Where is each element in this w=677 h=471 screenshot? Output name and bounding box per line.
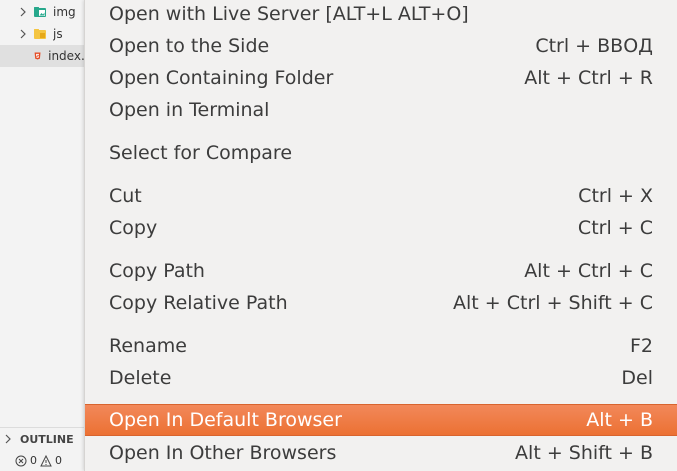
menu-item-label: Select for Compare (109, 142, 293, 164)
tree-item-img-folder[interactable]: img (0, 1, 86, 23)
menu-item-label: Copy (109, 217, 158, 239)
menu-item-open-to-side[interactable]: Open to the Side Ctrl + ВВОД (85, 30, 677, 62)
image-folder-icon (34, 7, 46, 17)
outline-label: OUTLINE (20, 432, 74, 446)
menu-item-label: Open in Terminal (109, 99, 270, 121)
menu-item-shortcut: Del (621, 367, 653, 389)
menu-item-label: Copy Relative Path (109, 292, 288, 314)
chevron-right-icon (5, 434, 11, 444)
menu-item-shortcut: Ctrl + ВВОД (535, 35, 653, 57)
menu-item-open-containing-folder[interactable]: Open Containing Folder Alt + Ctrl + R (85, 62, 677, 94)
menu-item-label: Open to the Side (109, 35, 270, 57)
menu-item-label: Open with Live Server [ALT+L ALT+O] (109, 3, 469, 25)
menu-item-cut[interactable]: Cut Ctrl + X (85, 180, 677, 212)
chevron-right-icon (20, 7, 26, 17)
error-icon (15, 455, 27, 466)
menu-item-shortcut: Alt + Ctrl + R (524, 67, 653, 89)
error-count: 0 (30, 454, 37, 467)
menu-item-label: Cut (109, 185, 142, 207)
menu-item-open-with-live-server[interactable]: Open with Live Server [ALT+L ALT+O] (85, 0, 677, 30)
menu-item-open-in-terminal[interactable]: Open in Terminal (85, 94, 677, 126)
menu-item-label: Open In Other Browsers (109, 442, 337, 464)
menu-item-label: Delete (109, 367, 172, 389)
menu-item-shortcut: Alt + B (586, 409, 653, 431)
menu-item-shortcut: Alt + Ctrl + Shift + C (453, 292, 653, 314)
tree-item-label: img (53, 5, 76, 19)
menu-item-shortcut: Ctrl + C (577, 217, 653, 239)
menu-item-open-in-other-browsers[interactable]: Open In Other Browsers Alt + Shift + B (85, 437, 677, 469)
menu-item-label: Open Containing Folder (109, 67, 334, 89)
context-menu: Open with Live Server [ALT+L ALT+O] Open… (84, 0, 677, 471)
vscode-window: img js index.html OUTLINE (0, 0, 677, 471)
menu-item-copy-path[interactable]: Copy Path Alt + Ctrl + C (85, 255, 677, 287)
menu-item-copy-relative-path[interactable]: Copy Relative Path Alt + Ctrl + Shift + … (85, 287, 677, 319)
menu-item-rename[interactable]: Rename F2 (85, 330, 677, 362)
html5-icon (34, 52, 41, 60)
tree-item-js-folder[interactable]: js (0, 23, 86, 45)
tree-item-label: js (53, 27, 63, 41)
menu-item-label: Rename (109, 335, 187, 357)
js-folder-icon (34, 29, 46, 39)
menu-item-open-in-default-browser[interactable]: Open In Default Browser Alt + B (85, 404, 677, 436)
status-bar-problems[interactable]: 0 0 (0, 450, 86, 471)
chevron-right-icon (20, 29, 26, 39)
menu-item-copy[interactable]: Copy Ctrl + C (85, 212, 677, 244)
menu-item-label: Open In Default Browser (109, 409, 342, 431)
menu-item-select-for-compare[interactable]: Select for Compare (85, 137, 677, 169)
menu-item-delete[interactable]: Delete Del (85, 362, 677, 394)
menu-item-label: Copy Path (109, 260, 205, 282)
menu-item-shortcut: Alt + Ctrl + C (524, 260, 653, 282)
menu-item-shortcut: Ctrl + X (578, 185, 653, 207)
outline-section-header[interactable]: OUTLINE (0, 427, 86, 450)
explorer-sidebar: img js index.html OUTLINE (0, 0, 86, 471)
warning-count: 0 (55, 454, 62, 467)
menu-item-shortcut: Alt + Shift + B (515, 442, 653, 464)
tree-item-index-html[interactable]: index.html (0, 45, 86, 67)
warning-icon (40, 454, 52, 466)
tree-item-label: index.html (48, 49, 86, 63)
menu-item-shortcut: F2 (629, 335, 653, 357)
